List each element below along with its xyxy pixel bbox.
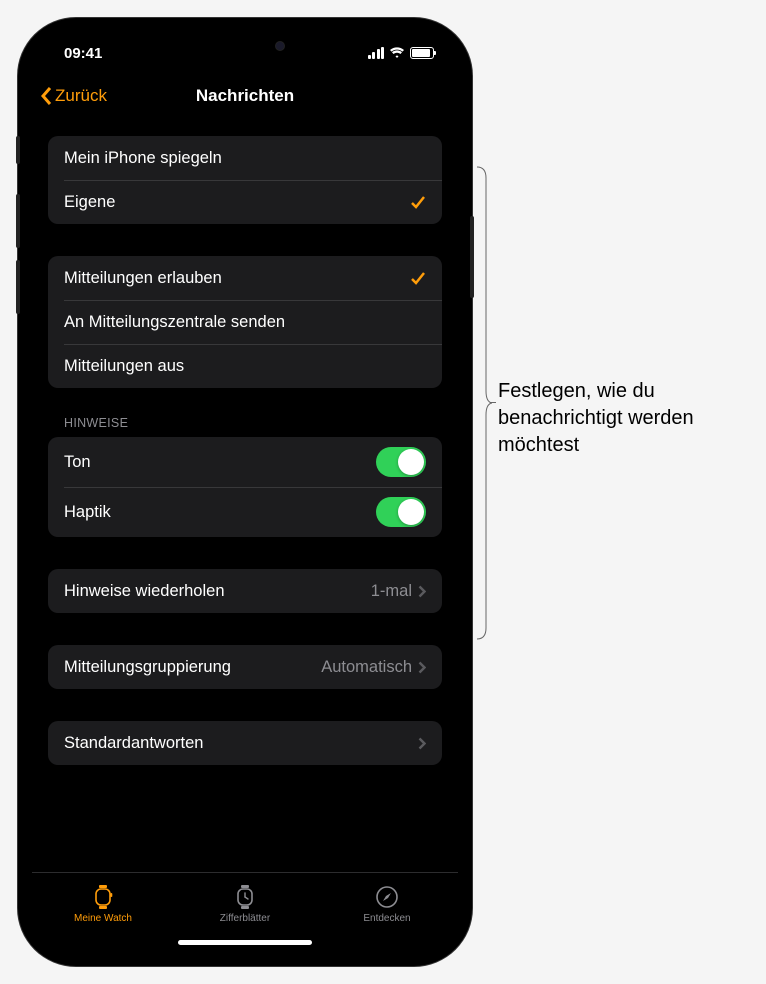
back-label: Zurück [55,86,107,106]
notification-mode-group: Mitteilungen erlauben An Mitteilungszent… [48,256,442,388]
option-label: Mitteilungen aus [64,357,426,376]
row-sound: Ton [48,437,442,487]
option-label: Mitteilungen erlauben [64,269,410,288]
option-label: Mein iPhone spiegeln [64,149,426,168]
side-button [470,216,474,298]
watch-icon [89,884,117,910]
status-time: 09:41 [64,45,102,62]
volume-down-button [16,260,20,314]
option-notifications-off[interactable]: Mitteilungen aus [48,344,442,388]
callout-text: Festlegen, wie du benachrichtigt werden … [498,378,746,459]
cellular-icon [368,47,385,59]
screen: 09:41 Zurück Nachrichten Mein iPhone spi… [32,32,458,952]
iphone-frame: 09:41 Zurück Nachrichten Mein iPhone spi… [18,18,472,966]
row-value: 1-mal [371,582,412,601]
row-label: Hinweise wiederholen [64,582,371,601]
chevron-right-icon [418,661,426,674]
row-label: Ton [64,453,376,472]
compass-icon [373,884,401,910]
repeat-alerts-group: Hinweise wiederholen 1-mal [48,569,442,613]
tab-faces[interactable]: Zifferblätter [174,873,316,934]
row-value: Automatisch [321,658,412,677]
row-notification-grouping[interactable]: Mitteilungsgruppierung Automatisch [48,645,442,689]
mirror-group: Mein iPhone spiegeln Eigene [48,136,442,224]
tab-label: Entdecken [363,913,410,924]
row-label: Mitteilungsgruppierung [64,658,321,677]
notch [151,32,339,60]
alerts-group: Ton Haptik [48,437,442,537]
home-indicator[interactable] [178,940,312,945]
row-label: Standardantworten [64,734,418,753]
battery-icon [410,47,434,59]
chevron-right-icon [418,737,426,750]
tab-my-watch[interactable]: Meine Watch [32,873,174,934]
chevron-right-icon [418,585,426,598]
row-label: Haptik [64,503,376,522]
option-mirror-iphone[interactable]: Mein iPhone spiegeln [48,136,442,180]
sound-toggle[interactable] [376,447,426,477]
status-indicators [368,47,435,59]
section-header-alerts: HINWEISE [48,388,442,437]
watch-face-icon [231,884,259,910]
row-haptic: Haptik [48,487,442,537]
silent-switch [16,136,20,164]
option-label: Eigene [64,193,410,212]
haptic-toggle[interactable] [376,497,426,527]
grouping-group: Mitteilungsgruppierung Automatisch [48,645,442,689]
callout-bracket [476,166,492,640]
volume-up-button [16,194,20,248]
back-button[interactable]: Zurück [40,86,107,106]
callout-connector [490,402,496,403]
wifi-icon [389,47,405,59]
chevron-left-icon [40,86,52,106]
tab-label: Zifferblätter [220,913,270,924]
option-allow-notifications[interactable]: Mitteilungen erlauben [48,256,442,300]
row-default-replies[interactable]: Standardantworten [48,721,442,765]
option-send-to-center[interactable]: An Mitteilungszentrale senden [48,300,442,344]
checkmark-icon [410,194,426,210]
page-title: Nachrichten [196,86,294,106]
tab-label: Meine Watch [74,913,132,924]
row-repeat-alerts[interactable]: Hinweise wiederholen 1-mal [48,569,442,613]
replies-group: Standardantworten [48,721,442,765]
checkmark-icon [410,270,426,286]
nav-bar: Zurück Nachrichten [32,74,458,118]
option-label: An Mitteilungszentrale senden [64,313,426,332]
settings-content[interactable]: Mein iPhone spiegeln Eigene Mitteilungen… [32,118,458,872]
option-custom[interactable]: Eigene [48,180,442,224]
tab-discover[interactable]: Entdecken [316,873,458,934]
